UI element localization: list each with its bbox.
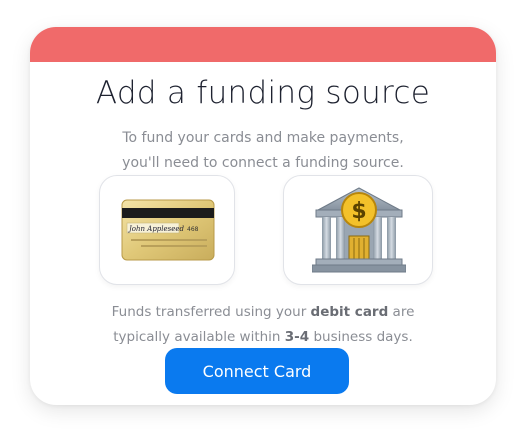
credit-card-icon: John Appleseed 468	[121, 199, 215, 261]
note-line-1: Funds transferred using your debit card …	[111, 304, 415, 320]
subtitle-line-2: you'll need to connect a funding source.	[122, 155, 404, 171]
subtitle-line-1: To fund your cards and make payments,	[122, 130, 404, 146]
dialog-subtitle: To fund your cards and make payments, yo…	[30, 126, 496, 176]
card-signature: John Appleseed	[127, 225, 185, 233]
availability-note: Funds transferred using your debit card …	[30, 300, 496, 350]
card-cvv: 468	[187, 226, 199, 233]
bank-account-option[interactable]: $	[283, 175, 433, 285]
bank-symbol: $	[351, 199, 366, 224]
debit-card-option[interactable]: John Appleseed 468	[99, 175, 235, 285]
bank-icon: $	[312, 187, 406, 273]
note-line-2: typically available within 3-4 business …	[113, 329, 413, 345]
header-bar	[30, 27, 496, 62]
dialog-title: Add a funding source	[95, 75, 431, 111]
connect-card-button[interactable]: Connect Card	[165, 348, 349, 394]
funding-source-dialog: Add a funding source To fund your cards …	[30, 27, 496, 405]
